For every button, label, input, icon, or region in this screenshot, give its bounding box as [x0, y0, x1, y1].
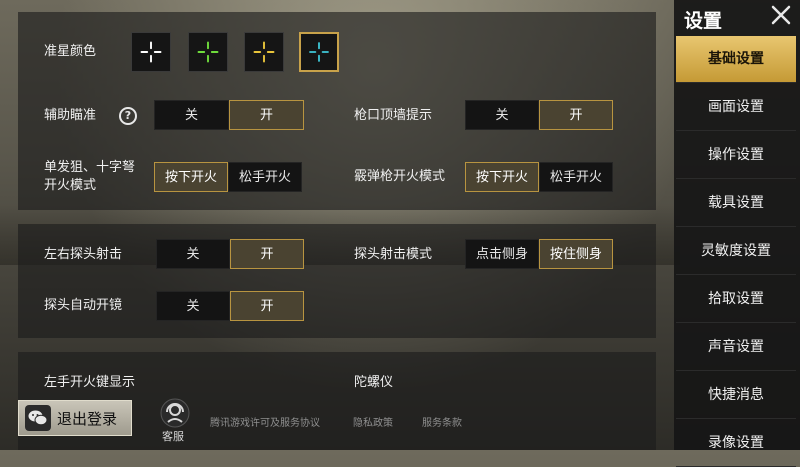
- shotgun-fire-mode-toggle: 按下开火 松手开火: [465, 162, 613, 192]
- left-fire-button-label: 左手开火键显示: [44, 375, 136, 390]
- crosshair-color-option[interactable]: [188, 32, 228, 72]
- settings-tab[interactable]: 画面设置: [676, 84, 796, 131]
- crosshair-color-label: 准星颜色: [44, 44, 97, 59]
- gyroscope-label: 陀螺仪: [354, 375, 394, 390]
- license-agreement-link[interactable]: 腾讯游戏许可及服务协议: [210, 414, 320, 429]
- customer-service-icon[interactable]: [158, 398, 192, 428]
- settings-tab[interactable]: 操作设置: [676, 132, 796, 179]
- crosshair-icon: [197, 41, 219, 63]
- crosshair-color-option[interactable]: [131, 32, 171, 72]
- close-icon[interactable]: [770, 4, 792, 26]
- crosshair-color-option[interactable]: [244, 32, 284, 72]
- toggle-option[interactable]: 开: [230, 291, 304, 321]
- toggle-option[interactable]: 开: [230, 239, 304, 269]
- muzzle-wall-label: 枪口顶墙提示: [354, 108, 433, 123]
- toggle-option[interactable]: 关: [156, 291, 230, 321]
- terms-of-service-link[interactable]: 服务条款: [422, 414, 462, 429]
- sniper-fire-mode-toggle: 按下开火 松手开火: [154, 162, 302, 192]
- lean-fire-toggle: 关开: [156, 239, 304, 269]
- privacy-policy-link[interactable]: 隐私政策: [353, 414, 393, 429]
- wechat-icon: [25, 405, 51, 431]
- help-icon[interactable]: ?: [119, 107, 137, 125]
- settings-tab[interactable]: 声音设置: [676, 324, 796, 371]
- lean-scope-toggle: 关开: [156, 291, 304, 321]
- toggle-option[interactable]: 关: [465, 100, 539, 130]
- settings-tab[interactable]: 快捷消息: [676, 372, 796, 419]
- settings-tab[interactable]: 录像设置: [676, 420, 796, 467]
- sniper-fire-label-line2: 开火模式: [44, 178, 97, 193]
- toggle-option[interactable]: 松手开火: [228, 162, 302, 192]
- toggle-option[interactable]: 关: [154, 100, 229, 130]
- lean-mode-toggle: 点击侧身 按住侧身: [465, 239, 613, 269]
- toggle-option[interactable]: 开: [229, 100, 304, 130]
- settings-tab[interactable]: 灵敏度设置: [676, 228, 796, 275]
- toggle-option[interactable]: 按下开火: [154, 162, 228, 192]
- toggle-option[interactable]: 按下开火: [465, 162, 539, 192]
- customer-service-label[interactable]: 客服: [162, 428, 184, 444]
- aim-assist-label: 辅助瞄准: [44, 108, 97, 123]
- toggle-option[interactable]: 松手开火: [539, 162, 613, 192]
- logout-button[interactable]: 退出登录: [18, 400, 132, 436]
- crosshair-icon: [253, 41, 275, 63]
- sniper-fire-label-line1: 单发狙、十字弩: [44, 160, 136, 175]
- logout-label: 退出登录: [57, 409, 118, 428]
- toggle-option[interactable]: 开: [539, 100, 613, 130]
- toggle-option[interactable]: 点击侧身: [465, 239, 539, 269]
- toggle-option[interactable]: 关: [156, 239, 230, 269]
- lean-mode-label: 探头射击模式: [354, 247, 433, 262]
- lean-fire-label: 左右探头射击: [44, 247, 123, 262]
- settings-tab[interactable]: 载具设置: [676, 180, 796, 227]
- toggle-option[interactable]: 按住侧身: [539, 239, 613, 269]
- lean-scope-label: 探头自动开镜: [44, 298, 123, 313]
- settings-tab[interactable]: 基础设置: [676, 36, 796, 83]
- aim-assist-toggle: 关开: [154, 100, 304, 130]
- settings-title: 设置: [684, 10, 723, 32]
- crosshair-color-option[interactable]: [299, 32, 339, 72]
- muzzle-wall-toggle: 关开: [465, 100, 613, 130]
- crosshair-icon: [140, 41, 162, 63]
- settings-content: 准星颜色 辅助瞄准 ? 关开 枪口顶墙提示 关开 单发狙、十字弩 开火模式 按下…: [0, 0, 668, 450]
- settings-tab[interactable]: 拾取设置: [676, 276, 796, 323]
- shotgun-fire-label: 霰弹枪开火模式: [354, 169, 446, 184]
- crosshair-icon: [309, 42, 329, 62]
